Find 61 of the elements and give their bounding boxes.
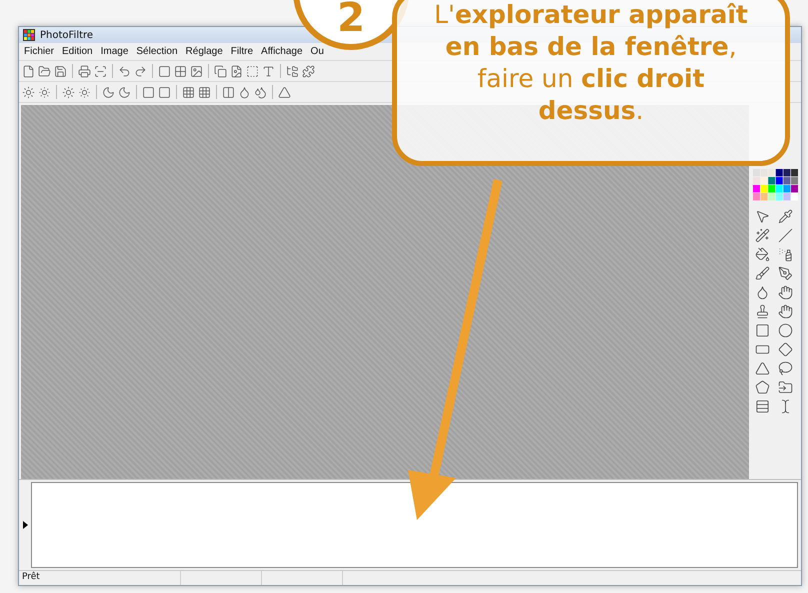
wand-icon[interactable]: [754, 228, 770, 243]
callout-text: L'explorateur apparaît en bas de la fenêtre, faire un clic droit dessus.: [433, 0, 749, 127]
pen-icon[interactable]: [778, 266, 792, 281]
pointer-icon[interactable]: [754, 209, 770, 224]
folder-icon[interactable]: [778, 380, 792, 395]
diamond-icon[interactable]: [778, 342, 792, 357]
columns-icon[interactable]: [222, 86, 235, 98]
puzzle-icon[interactable]: [302, 64, 315, 78]
square-icon[interactable]: [158, 64, 171, 78]
grid-icon[interactable]: [198, 86, 211, 98]
printer-icon[interactable]: [78, 64, 91, 78]
paint-bucket-icon[interactable]: [754, 247, 770, 262]
text-icon[interactable]: [262, 64, 275, 78]
menu-item[interactable]: Réglage: [182, 46, 226, 57]
new-file-icon[interactable]: [22, 64, 35, 78]
app-logo-icon: [23, 29, 35, 41]
folder-tree-icon[interactable]: [286, 64, 299, 78]
line-icon[interactable]: [778, 228, 792, 243]
color-palette[interactable]: [753, 169, 799, 201]
menu-item[interactable]: Fichier: [21, 46, 58, 57]
folder-icon[interactable]: [38, 64, 51, 78]
redo-icon[interactable]: [134, 64, 147, 78]
stamp-icon[interactable]: [754, 304, 770, 319]
hand-icon[interactable]: [778, 304, 792, 319]
lines-icon[interactable]: [754, 399, 770, 414]
moon-icon[interactable]: [118, 86, 131, 98]
drop-icon[interactable]: [754, 285, 770, 300]
pipette-icon[interactable]: [778, 209, 792, 224]
menu-item[interactable]: Sélection: [133, 46, 181, 57]
triangle-icon[interactable]: [754, 361, 770, 376]
triangle-icon[interactable]: [278, 86, 291, 98]
selection-icon[interactable]: [246, 64, 259, 78]
moon-icon[interactable]: [102, 86, 115, 98]
menu-item[interactable]: Image: [98, 46, 132, 57]
image-icon[interactable]: [190, 64, 203, 78]
polygon-icon[interactable]: [754, 380, 770, 395]
square-icon[interactable]: [142, 86, 155, 98]
drop-icon[interactable]: [238, 86, 251, 98]
rectangle-icon[interactable]: [754, 323, 770, 338]
expand-arrow-icon[interactable]: [22, 521, 28, 529]
save-icon[interactable]: [54, 64, 67, 78]
grid-icon[interactable]: [174, 64, 187, 78]
grid-icon[interactable]: [182, 86, 195, 98]
drops-icon[interactable]: [254, 86, 267, 98]
brush-icon[interactable]: [754, 266, 770, 281]
undo-icon[interactable]: [118, 64, 131, 78]
menu-item[interactable]: Filtre: [228, 46, 256, 57]
menu-item[interactable]: Edition: [59, 46, 96, 57]
step-number: 2: [337, 0, 365, 38]
file-image-icon[interactable]: [230, 64, 243, 78]
window-title: PhotoFiltre: [40, 30, 94, 40]
lasso-icon[interactable]: [778, 361, 792, 376]
square-icon[interactable]: [158, 86, 171, 98]
circle-icon[interactable]: [778, 323, 792, 338]
sun-icon[interactable]: [22, 86, 35, 98]
menu-item[interactable]: Affichage: [258, 46, 306, 57]
copy-icon[interactable]: [214, 64, 227, 78]
status-text: Prêt: [19, 571, 181, 585]
menu-item[interactable]: Ou: [308, 46, 327, 57]
sun-icon[interactable]: [62, 86, 75, 98]
scanner-icon[interactable]: [94, 64, 107, 78]
